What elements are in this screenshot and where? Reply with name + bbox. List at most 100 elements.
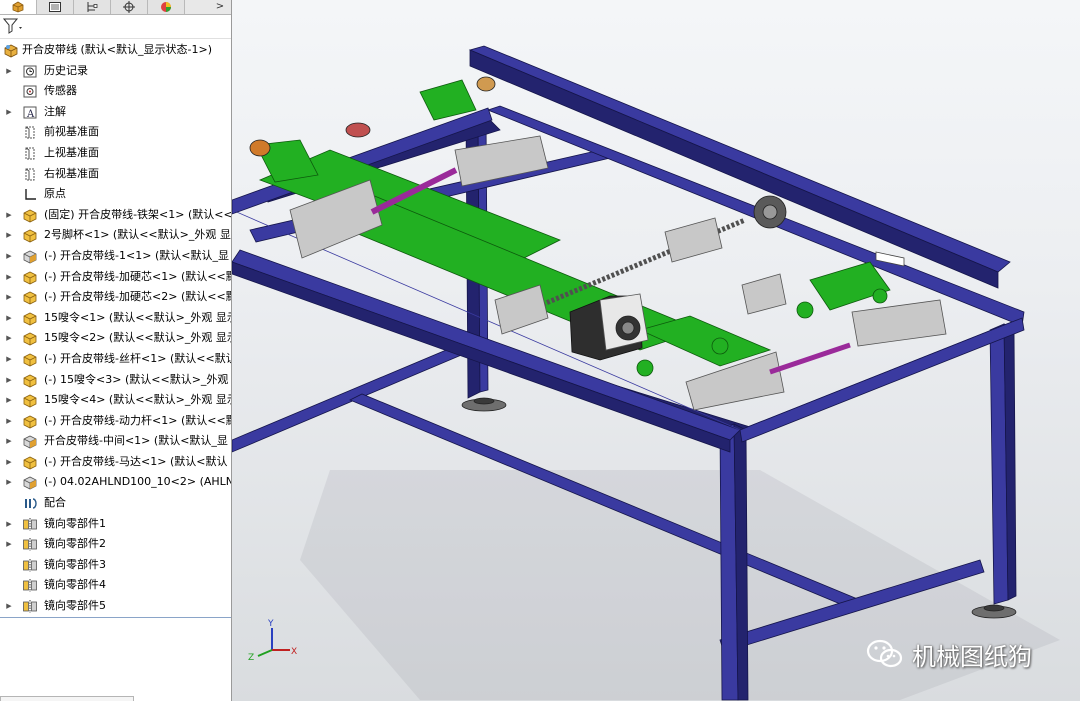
screw-bearing-block[interactable] [664,217,723,263]
part-icon [22,475,38,490]
expand-arrow-icon[interactable]: ▶ [4,287,14,308]
guide-wheel[interactable] [636,359,654,377]
assembly-model[interactable]: Y X Z [232,0,1080,701]
tab-display-manager[interactable] [148,0,185,14]
tree-item-label: 开合皮带线-中间<1> (默认<默认_显 [44,434,228,448]
triad-z-axis[interactable] [257,649,273,657]
plane-icon [22,167,38,182]
tree-item[interactable]: ▶ 镜向零部件2 [0,534,231,555]
tree-item[interactable]: ▶ 15嗖令<2> (默认<<默认>_外观 显示 [0,328,231,349]
linear-rail-block[interactable] [851,299,947,347]
subassembly-icon [22,373,38,388]
tree-item[interactable]: 上视基准面 [0,143,231,164]
tab-feature-manager[interactable] [0,0,37,14]
tree-item[interactable]: ▶ (-) 开合皮带线-加硬芯<2> (默认<<默 [0,287,231,308]
expand-arrow-icon[interactable]: ▶ [4,411,14,432]
expand-arrow-icon[interactable]: ▶ [4,390,14,411]
expand-arrow-icon[interactable]: ▶ [4,431,14,452]
tree-item[interactable]: ▶ (-) 开合皮带线-动力杆<1> (默认<<默 [0,411,231,432]
tree-item[interactable]: ▶ (-) 开合皮带线-丝杆<1> (默认<<默认 [0,349,231,370]
screw-bearing-block[interactable] [741,273,787,315]
drive-rod[interactable] [769,342,851,375]
expand-arrow-icon[interactable]: ▶ [4,472,14,493]
tree-item[interactable]: 镜向零部件4 [0,575,231,596]
tree-item-label: 配合 [44,496,66,510]
expand-arrow-icon[interactable]: ▶ [4,534,14,555]
tree-item-label: 前视基准面 [44,125,99,139]
expand-arrow-icon[interactable]: ▶ [4,61,14,82]
tab-dimxpert[interactable] [111,0,148,14]
guide-wheel[interactable] [872,288,888,304]
feature-manager-icon [12,1,24,13]
expand-arrow-icon[interactable]: ▶ [4,225,14,246]
tree-item[interactable]: 前视基准面 [0,122,231,143]
expand-arrow-icon[interactable]: ▶ [4,452,14,473]
expand-arrow-icon[interactable]: ▶ [4,596,14,617]
tree-item[interactable]: ▶ 15嗖令<4> (默认<<默认>_外观 显示 [0,390,231,411]
tree-item[interactable]: ▶ A 注解 [0,102,231,123]
tree-item-label: 历史记录 [44,63,88,77]
tree-item[interactable]: 传感器 [0,81,231,102]
expand-arrow-icon[interactable]: ▶ [4,102,14,123]
tree-item-label: 原点 [44,187,66,201]
tree-item-label: (-) 开合皮带线-马达<1> (默认<默认 [44,454,228,468]
tree-item[interactable]: ▶ 开合皮带线-中间<1> (默认<默认_显 [0,431,231,452]
tree-filter-button[interactable] [3,16,29,36]
tree-item[interactable]: ▶ (固定) 开合皮带线-铁架<1> (默认<<默 [0,205,231,226]
tree-item[interactable]: ▶ (-) 开合皮带线-马达<1> (默认<默认 [0,452,231,473]
tree-item[interactable]: ▶ 镜向零部件5 [0,596,231,617]
subassembly-icon [22,290,38,305]
tree-item[interactable]: ▶ 15嗖令<1> (默认<<默认>_外观 显示 [0,308,231,329]
tree-item[interactable]: 配合 [0,493,231,514]
expand-arrow-icon[interactable]: ▶ [4,246,14,267]
expand-arrow-icon[interactable]: ▶ [4,328,14,349]
belt-roller[interactable] [419,79,477,121]
roller-end-cap[interactable] [345,122,371,138]
tree-item-label: 15嗖令<4> (默认<<默认>_外观 显示 [44,393,232,407]
tree-item[interactable]: ▶ 历史记录 [0,61,231,82]
mirror-component-icon [22,537,38,552]
expand-arrow-icon[interactable]: ▶ [4,308,14,329]
roller-end-cap[interactable] [249,139,271,157]
handwheel-hub[interactable] [762,204,778,220]
filter-divider [0,38,231,39]
filter-icon [3,18,22,34]
graphics-area[interactable]: Y X Z [232,0,1080,701]
tree-item-label: (-) 15嗖令<3> (默认<<默认>_外观 [44,372,229,386]
part-icon [22,434,38,449]
tree-item[interactable]: 右视基准面 [0,164,231,185]
tree-item[interactable]: 镜向零部件3 [0,555,231,576]
expand-arrow-icon[interactable]: ▶ [4,370,14,391]
tree-item-label: 传感器 [44,84,77,98]
foot-pad-stem[interactable] [473,397,495,405]
triad-z-label: Z [248,653,254,663]
expand-arrow-icon[interactable]: ▶ [4,349,14,370]
expand-arrow-icon [4,575,14,596]
expand-arrow-icon[interactable]: ▶ [4,267,14,288]
feature-manager-panel: > 开合皮带线 (默认<默认_显示状态-1>) ▶ 历史记录 传感器 ▶ A 注解 前视基准面… [0,0,232,701]
tab-more-arrow[interactable]: > [210,0,230,14]
mirror-component-icon [22,517,38,532]
bottom-tab[interactable] [0,696,134,701]
triad-x-label: X [291,647,297,657]
foot-pad-stem[interactable] [983,604,1005,612]
tree-item[interactable]: ▶ (-) 04.02AHLND100_10<2> (AHLN [0,472,231,493]
tree-item[interactable]: ▶ (-) 15嗖令<3> (默认<<默认>_外观 [0,370,231,391]
expand-arrow-icon[interactable]: ▶ [4,205,14,226]
tree-item[interactable]: 开合皮带线 (默认<默认_显示状态-1>) [0,40,231,61]
expand-arrow-icon[interactable]: ▶ [4,514,14,535]
tree-item[interactable]: 原点 [0,184,231,205]
tab-configuration-manager[interactable] [74,0,111,14]
motor-gear-hub[interactable] [621,321,635,335]
tree-item[interactable]: ▶ (-) 开合皮带线-1<1> (默认<默认_显 [0,246,231,267]
property-manager-icon [49,2,61,12]
roller-end-cap[interactable] [476,76,496,92]
guide-wheel[interactable] [796,301,814,319]
tree-item[interactable]: ▶ 2号脚杯<1> (默认<<默认>_外观 显 [0,225,231,246]
tab-property-manager[interactable] [37,0,74,14]
subassembly-icon [22,331,38,346]
tree-item-label: 上视基准面 [44,145,99,159]
tree-item[interactable]: ▶ 镜向零部件1 [0,514,231,535]
guide-wheel[interactable] [711,337,729,355]
tree-item[interactable]: ▶ (-) 开合皮带线-加硬芯<1> (默认<<默 [0,267,231,288]
